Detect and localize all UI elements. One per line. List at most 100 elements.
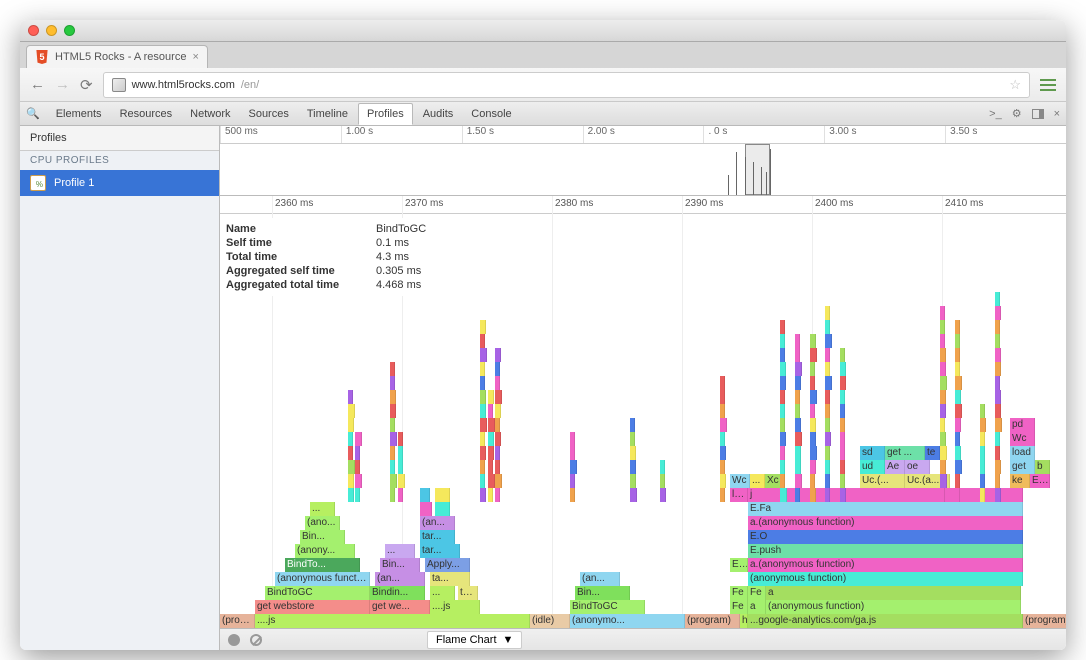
flame-bar[interactable] (480, 404, 486, 418)
flame-bar[interactable]: (anonymous functi... (275, 572, 370, 586)
flame-bar[interactable] (940, 320, 945, 334)
flame-bar[interactable] (940, 432, 946, 446)
flame-bar[interactable] (480, 348, 487, 362)
flame-bar[interactable] (810, 446, 817, 460)
flame-bar[interactable] (940, 376, 947, 390)
flame-bar[interactable] (840, 348, 845, 362)
flame-bar[interactable] (940, 488, 945, 502)
flame-bar[interactable]: (anonymo... (570, 614, 685, 628)
flame-bar[interactable] (995, 432, 1000, 446)
flame-bar[interactable] (720, 390, 725, 404)
flame-bar[interactable] (825, 362, 830, 376)
flame-bar[interactable] (390, 390, 396, 404)
flame-bar[interactable]: Wc (730, 474, 750, 488)
flame-bar[interactable] (480, 418, 487, 432)
flame-bar[interactable] (720, 460, 725, 474)
flame-bar[interactable] (780, 446, 785, 460)
flame-bar[interactable] (955, 348, 960, 362)
browser-tab[interactable]: HTML5 Rocks - A resource × (26, 45, 208, 68)
flame-bar[interactable] (810, 474, 815, 488)
bookmark-star-icon[interactable]: ☆ (1009, 77, 1021, 93)
flame-bar[interactable] (480, 432, 485, 446)
flame-bar[interactable] (995, 446, 1000, 460)
flame-bar[interactable] (348, 446, 353, 460)
flame-bar[interactable] (995, 292, 1000, 306)
flame-bar[interactable] (780, 474, 785, 488)
flame-bar[interactable]: E.O (748, 530, 1023, 544)
flame-bar[interactable]: ... (385, 544, 415, 558)
flame-bar[interactable] (940, 460, 946, 474)
flame-bar[interactable] (940, 446, 947, 460)
flame-bar[interactable] (720, 376, 725, 390)
flame-bar[interactable] (495, 390, 502, 404)
flame-bar[interactable] (480, 320, 486, 334)
flame-bar[interactable] (955, 460, 962, 474)
flame-bar[interactable] (840, 446, 845, 460)
flame-bar[interactable] (495, 348, 501, 362)
flame-bar[interactable] (810, 390, 817, 404)
flame-bar[interactable] (488, 418, 495, 432)
flame-bar[interactable] (825, 418, 830, 432)
flame-bar[interactable] (810, 348, 817, 362)
flame-bar[interactable]: (idle) (530, 614, 570, 628)
flame-bar[interactable] (810, 460, 816, 474)
flame-bar[interactable]: Fe (748, 586, 766, 600)
flame-bar[interactable] (435, 488, 450, 502)
flame-bar[interactable] (840, 488, 846, 502)
forward-button-icon[interactable]: → (55, 76, 70, 93)
flame-bar[interactable]: tar... (420, 530, 455, 544)
flame-bar[interactable] (955, 376, 962, 390)
flame-bar[interactable] (995, 460, 1001, 474)
flame-bar[interactable] (840, 362, 846, 376)
flame-bar[interactable]: ...google-analytics.com/ga.js (748, 614, 1023, 628)
flame-bar[interactable] (825, 334, 832, 348)
flame-bar[interactable] (488, 460, 493, 474)
flame-bar[interactable] (995, 320, 1000, 334)
flame-bar[interactable] (630, 474, 636, 488)
flame-bar[interactable]: get ... (885, 446, 925, 460)
flame-bar[interactable]: Fe (730, 586, 748, 600)
flame-bar[interactable] (390, 432, 397, 446)
flame-bar[interactable] (825, 474, 830, 488)
flame-bar[interactable] (955, 474, 960, 488)
close-tab-icon[interactable]: × (192, 51, 198, 63)
flame-bar[interactable]: get we... (370, 600, 430, 614)
flame-bar[interactable] (995, 488, 1001, 502)
flame-bar[interactable]: a.(anonymous function) (748, 516, 1023, 530)
flame-bar[interactable] (495, 362, 500, 376)
flame-bar[interactable] (980, 488, 985, 502)
flame-bar[interactable] (390, 362, 395, 376)
flame-bar[interactable]: Bin... (575, 586, 630, 600)
flame-bar[interactable]: E.push (748, 544, 1023, 558)
flame-bar[interactable] (825, 306, 830, 320)
flame-bar[interactable] (630, 488, 637, 502)
flame-bar[interactable] (480, 488, 486, 502)
flame-bar[interactable] (810, 404, 815, 418)
flame-bar[interactable] (840, 474, 845, 488)
tab-audits[interactable]: Audits (415, 104, 462, 124)
flame-bar[interactable] (720, 474, 726, 488)
flame-bar[interactable] (955, 320, 960, 334)
flame-bar[interactable] (355, 446, 360, 460)
flame-bar[interactable] (795, 404, 800, 418)
flame-bar[interactable] (348, 404, 355, 418)
flame-bar[interactable] (570, 446, 575, 460)
flame-bar[interactable]: (anonymous function) (766, 600, 1021, 614)
flame-bar[interactable] (780, 488, 787, 502)
flame-bar[interactable] (495, 432, 501, 446)
flame-bar[interactable]: Wc (1010, 432, 1035, 446)
flame-bar[interactable]: sd (860, 446, 885, 460)
flame-bar[interactable]: Fe (730, 600, 748, 614)
flame-bar[interactable]: get (1010, 460, 1035, 474)
flame-bar[interactable]: (program) (685, 614, 740, 628)
flame-bar[interactable] (348, 488, 354, 502)
flame-bar[interactable] (955, 446, 961, 460)
flame-bar[interactable] (420, 502, 432, 516)
flame-bar[interactable] (495, 446, 500, 460)
flame-bar[interactable] (825, 446, 830, 460)
flame-bar[interactable] (995, 376, 1000, 390)
flame-bar[interactable] (795, 390, 800, 404)
flame-bar[interactable] (940, 390, 946, 404)
flame-bar[interactable] (810, 334, 816, 348)
flame-bar[interactable] (488, 488, 493, 502)
